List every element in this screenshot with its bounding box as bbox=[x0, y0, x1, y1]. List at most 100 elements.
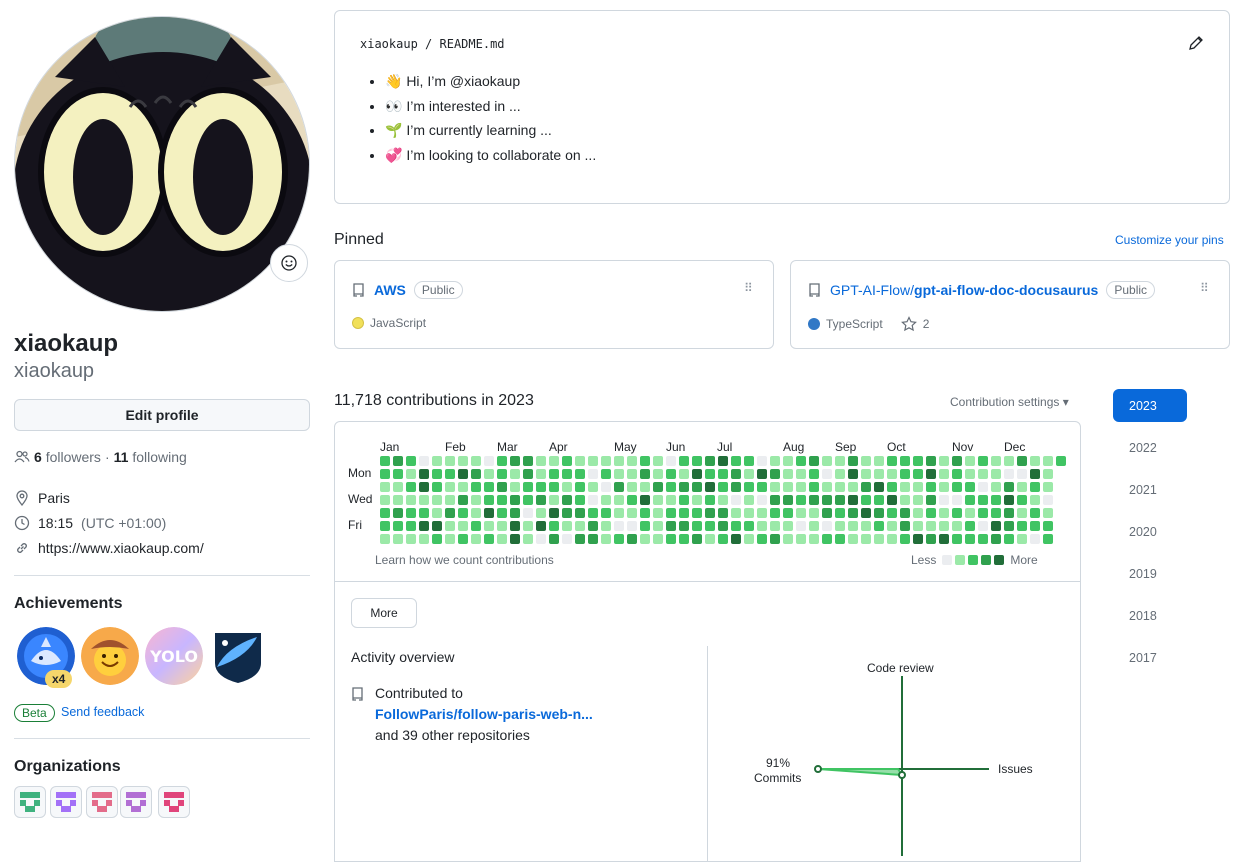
contribution-day[interactable] bbox=[1030, 495, 1040, 505]
send-feedback-link[interactable]: Send feedback bbox=[61, 705, 144, 719]
readme-owner-link[interactable]: xiaokaup bbox=[360, 37, 418, 51]
contribution-day[interactable] bbox=[562, 456, 572, 466]
contribution-day[interactable] bbox=[562, 482, 572, 492]
contribution-day[interactable] bbox=[757, 495, 767, 505]
contribution-day[interactable] bbox=[848, 482, 858, 492]
contribution-day[interactable] bbox=[718, 534, 728, 544]
drag-handle-icon[interactable]: ⠿ bbox=[1200, 281, 1209, 295]
contribution-day[interactable] bbox=[822, 534, 832, 544]
contribution-day[interactable] bbox=[731, 482, 741, 492]
contribution-day[interactable] bbox=[783, 469, 793, 479]
contribution-day[interactable] bbox=[601, 482, 611, 492]
contribution-day[interactable] bbox=[1030, 521, 1040, 531]
contribution-day[interactable] bbox=[978, 456, 988, 466]
contribution-day[interactable] bbox=[588, 495, 598, 505]
contribution-day[interactable] bbox=[549, 482, 559, 492]
contribution-day[interactable] bbox=[978, 521, 988, 531]
contribution-day[interactable] bbox=[614, 456, 624, 466]
contribution-day[interactable] bbox=[770, 508, 780, 518]
contribution-day[interactable] bbox=[406, 508, 416, 518]
contribution-day[interactable] bbox=[705, 521, 715, 531]
contribution-day[interactable] bbox=[809, 495, 819, 505]
avatar[interactable] bbox=[14, 16, 310, 312]
contribution-day[interactable] bbox=[887, 456, 897, 466]
contribution-day[interactable] bbox=[952, 469, 962, 479]
contribution-day[interactable] bbox=[731, 508, 741, 518]
contribution-day[interactable] bbox=[614, 469, 624, 479]
contribution-day[interactable] bbox=[718, 482, 728, 492]
contribution-day[interactable] bbox=[874, 456, 884, 466]
contribution-day[interactable] bbox=[783, 482, 793, 492]
contribution-day[interactable] bbox=[575, 456, 585, 466]
contribution-day[interactable] bbox=[1017, 508, 1027, 518]
contribution-day[interactable] bbox=[705, 495, 715, 505]
contribution-day[interactable] bbox=[1030, 482, 1040, 492]
contribution-day[interactable] bbox=[952, 482, 962, 492]
contribution-day[interactable] bbox=[458, 469, 468, 479]
contribution-day[interactable] bbox=[484, 495, 494, 505]
contribution-day[interactable] bbox=[536, 469, 546, 479]
year-2018[interactable]: 2018 bbox=[1113, 599, 1187, 632]
contribution-day[interactable] bbox=[874, 469, 884, 479]
contribution-day[interactable] bbox=[926, 469, 936, 479]
contribution-day[interactable] bbox=[900, 456, 910, 466]
contribution-day[interactable] bbox=[432, 534, 442, 544]
contribution-day[interactable] bbox=[640, 495, 650, 505]
contribution-day[interactable] bbox=[640, 469, 650, 479]
contribution-day[interactable] bbox=[484, 469, 494, 479]
contribution-day[interactable] bbox=[614, 521, 624, 531]
contribution-day[interactable] bbox=[419, 469, 429, 479]
contribution-day[interactable] bbox=[666, 495, 676, 505]
contribution-day[interactable] bbox=[1004, 482, 1014, 492]
contribution-day[interactable] bbox=[965, 534, 975, 544]
more-button[interactable]: More bbox=[351, 598, 417, 628]
contribution-day[interactable] bbox=[445, 495, 455, 505]
contribution-day[interactable] bbox=[692, 521, 702, 531]
contribution-day[interactable] bbox=[952, 495, 962, 505]
contribution-day[interactable] bbox=[380, 495, 390, 505]
contribution-day[interactable] bbox=[809, 508, 819, 518]
contribution-day[interactable] bbox=[757, 508, 767, 518]
contribution-day[interactable] bbox=[705, 534, 715, 544]
organization-avatar[interactable] bbox=[86, 786, 118, 818]
contribution-day[interactable] bbox=[848, 534, 858, 544]
contribution-day[interactable] bbox=[497, 482, 507, 492]
contribution-day[interactable] bbox=[731, 521, 741, 531]
contribution-day[interactable] bbox=[666, 534, 676, 544]
contribution-day[interactable] bbox=[653, 456, 663, 466]
contribution-day[interactable] bbox=[1017, 521, 1027, 531]
contribution-day[interactable] bbox=[471, 508, 481, 518]
contribution-day[interactable] bbox=[406, 534, 416, 544]
contribution-day[interactable] bbox=[718, 521, 728, 531]
contribution-day[interactable] bbox=[848, 456, 858, 466]
readme-file-link[interactable]: README.md bbox=[440, 37, 505, 51]
contribution-day[interactable] bbox=[939, 508, 949, 518]
contribution-day[interactable] bbox=[692, 508, 702, 518]
contribution-day[interactable] bbox=[445, 456, 455, 466]
contribution-day[interactable] bbox=[861, 521, 871, 531]
contribution-day[interactable] bbox=[757, 469, 767, 479]
contribution-day[interactable] bbox=[861, 482, 871, 492]
contribution-day[interactable] bbox=[1004, 495, 1014, 505]
contribution-day[interactable] bbox=[978, 482, 988, 492]
contribution-day[interactable] bbox=[757, 521, 767, 531]
contribution-day[interactable] bbox=[380, 469, 390, 479]
contribution-day[interactable] bbox=[952, 456, 962, 466]
contribution-day[interactable] bbox=[601, 495, 611, 505]
contribution-day[interactable] bbox=[679, 495, 689, 505]
contribution-day[interactable] bbox=[744, 482, 754, 492]
contribution-day[interactable] bbox=[393, 534, 403, 544]
year-2020[interactable]: 2020 bbox=[1113, 515, 1187, 548]
contribution-day[interactable] bbox=[731, 456, 741, 466]
contribution-day[interactable] bbox=[926, 534, 936, 544]
contribution-day[interactable] bbox=[380, 482, 390, 492]
contribution-day[interactable] bbox=[757, 482, 767, 492]
contribution-day[interactable] bbox=[822, 482, 832, 492]
contribution-day[interactable] bbox=[861, 508, 871, 518]
contribution-day[interactable] bbox=[562, 495, 572, 505]
contribution-day[interactable] bbox=[965, 482, 975, 492]
drag-handle-icon[interactable]: ⠿ bbox=[744, 281, 753, 295]
contribution-day[interactable] bbox=[484, 521, 494, 531]
contribution-day[interactable] bbox=[939, 534, 949, 544]
contribution-day[interactable] bbox=[718, 456, 728, 466]
